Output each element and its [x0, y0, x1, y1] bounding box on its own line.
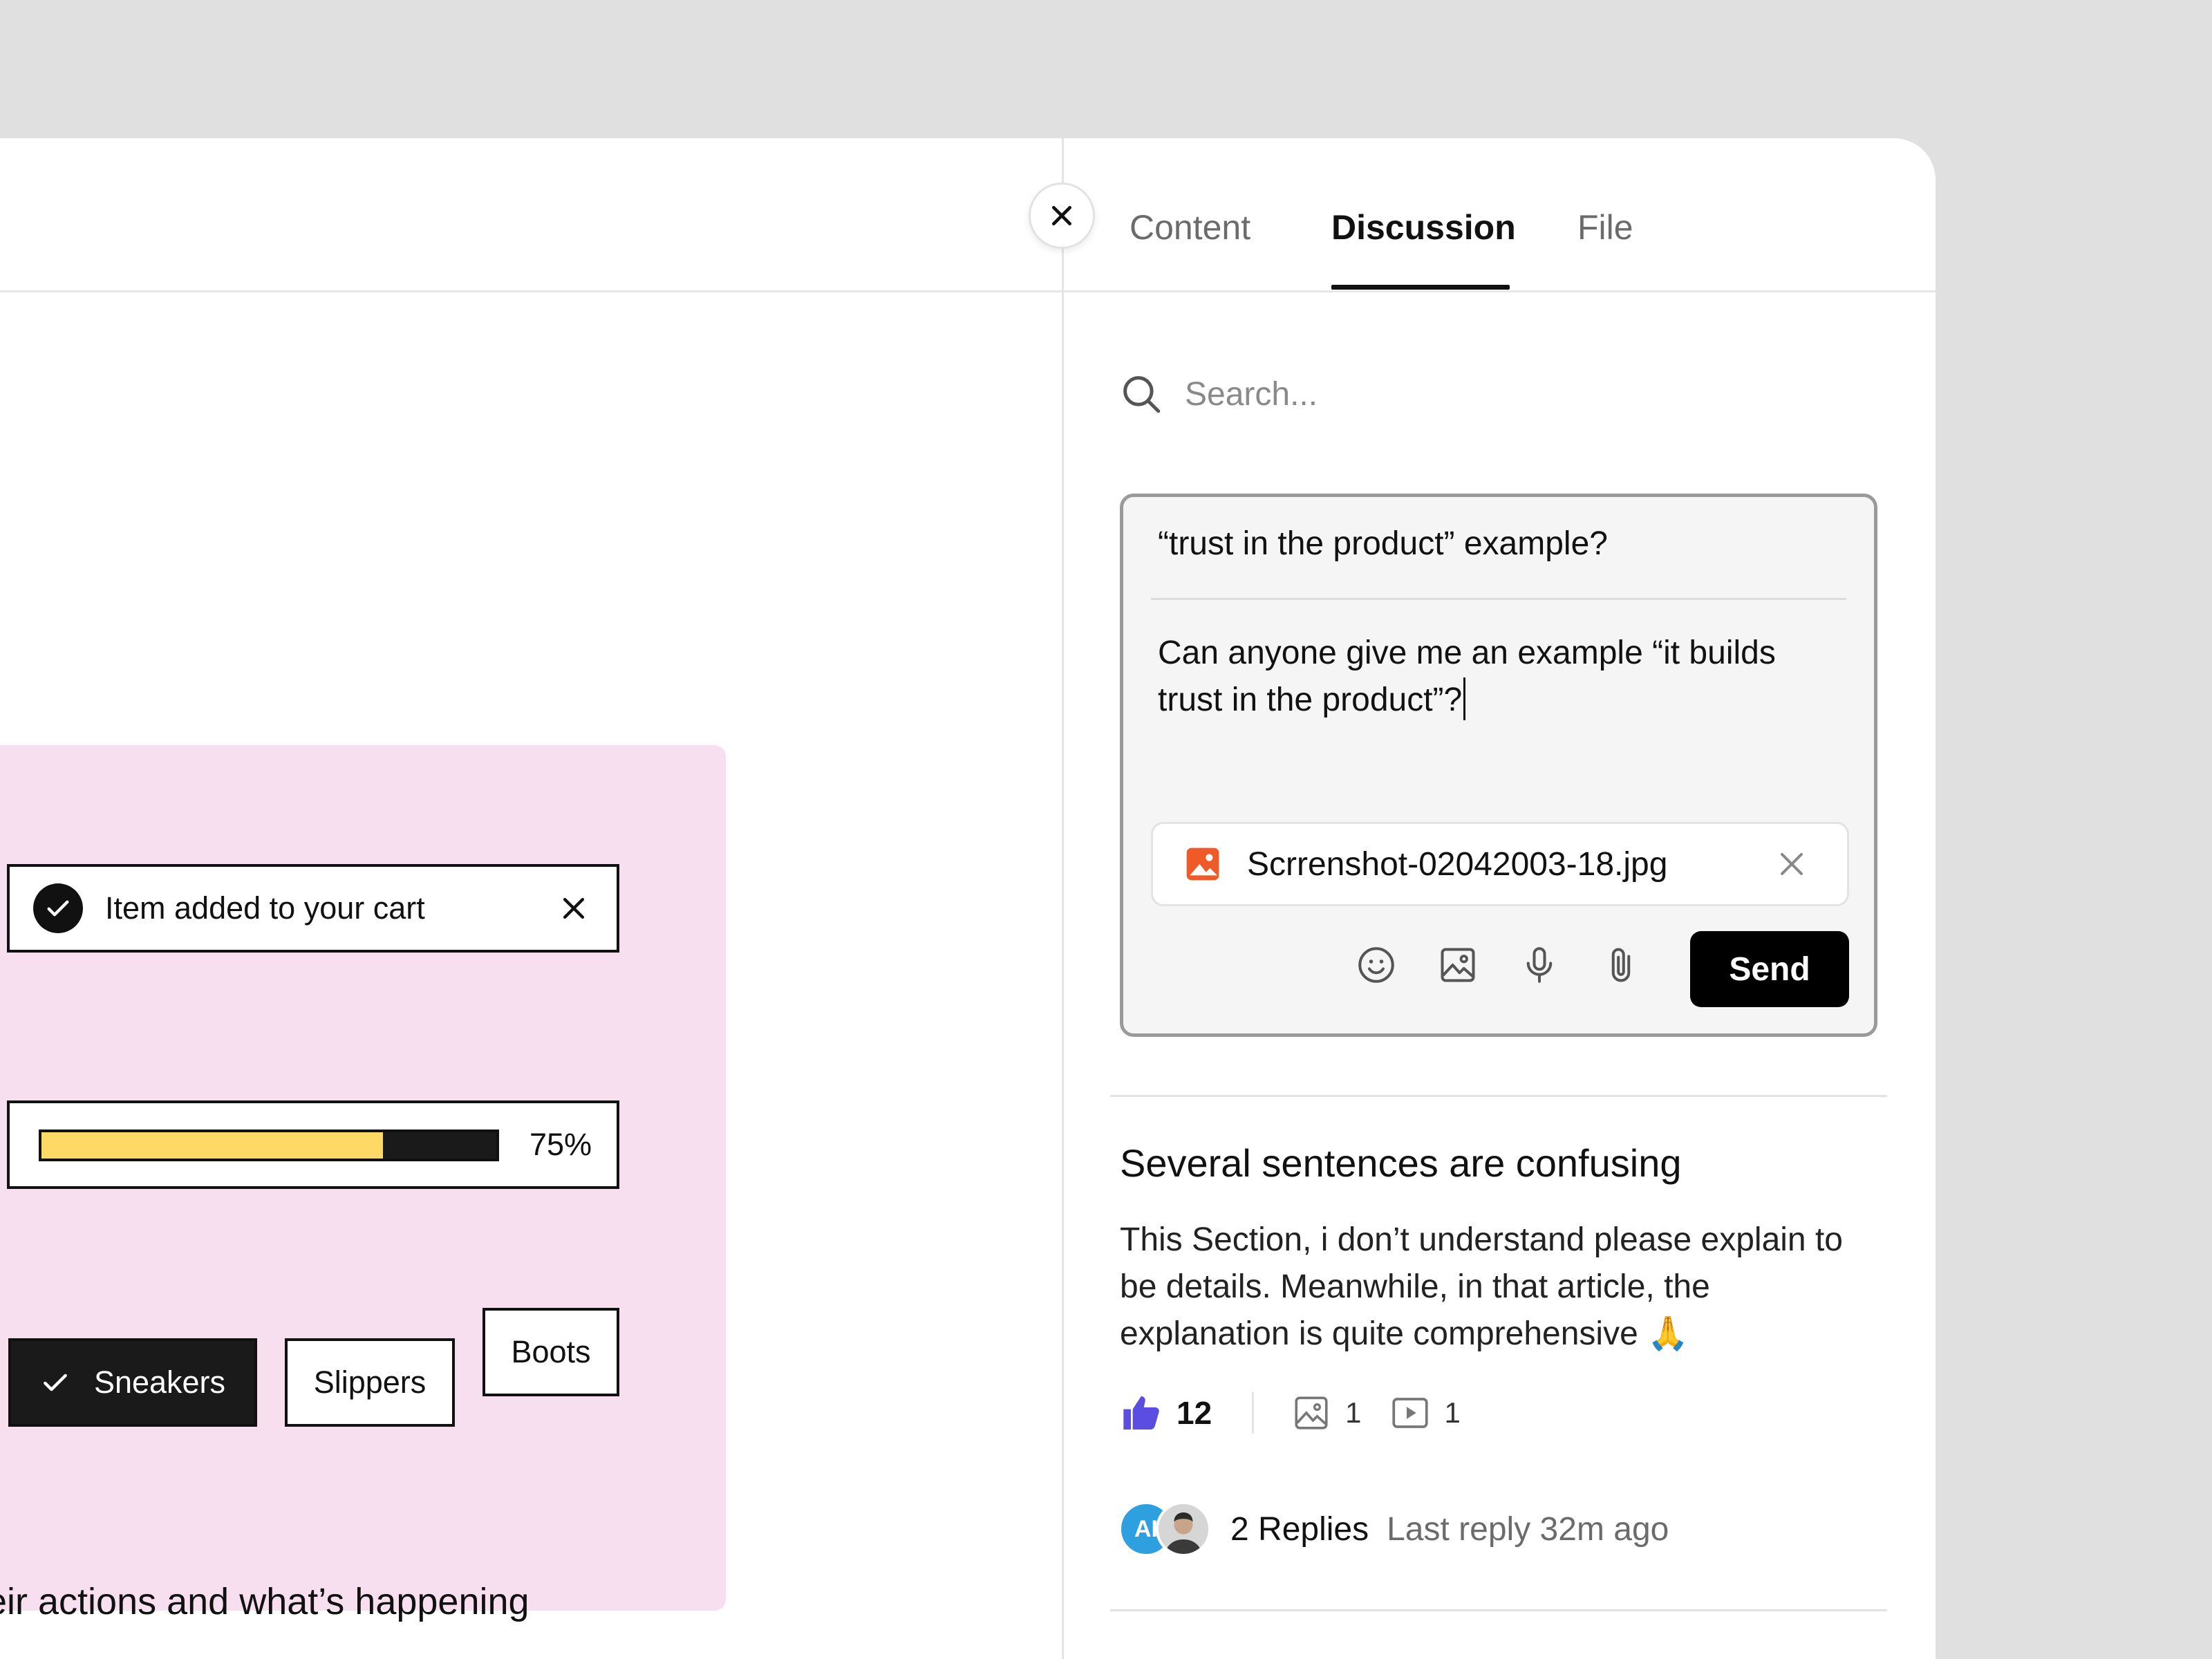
progress-label: 75% [529, 1127, 592, 1162]
search-icon [1123, 376, 1161, 413]
composer-separator [1110, 1095, 1887, 1097]
reaction-divider [1252, 1392, 1255, 1434]
send-button[interactable]: Send [1690, 931, 1849, 1007]
video-count: 1 [1444, 1396, 1461, 1429]
message-composer: “trust in the product” example? Can anyo… [1120, 494, 1877, 1037]
cart-toast: Item added to your cart [7, 864, 619, 953]
text-caret [1463, 677, 1466, 720]
like-count: 12 [1177, 1395, 1212, 1431]
tab-content[interactable]: Content [1130, 207, 1250, 247]
search-input[interactable] [1185, 375, 1807, 413]
thumbs-up-icon[interactable] [1120, 1391, 1164, 1435]
chip-boots[interactable]: Boots [482, 1308, 619, 1396]
toast-close-icon[interactable] [559, 893, 589, 927]
replies-count: 2 Replies [1230, 1510, 1369, 1548]
thread-separator [1110, 1609, 1887, 1611]
composer-toolbar [1356, 927, 1642, 1003]
chip-slippers[interactable]: Slippers [285, 1338, 455, 1427]
discussion-body: This Section, i don’t understand please … [1120, 1221, 1843, 1352]
attachment-name: Scrrenshot-02042003-18.jpg [1247, 845, 1668, 883]
paperclip-icon[interactable] [1600, 944, 1642, 986]
microphone-icon[interactable] [1519, 944, 1560, 986]
search-bar [1118, 366, 1879, 422]
remove-attachment-icon[interactable] [1775, 847, 1808, 884]
video-attachment-icon[interactable] [1389, 1392, 1431, 1434]
composer-divider [1151, 598, 1846, 600]
composer-title-field[interactable]: “trust in the product” example? [1158, 525, 1608, 563]
chip-sneakers[interactable]: Sneakers [8, 1338, 257, 1427]
header-divider [0, 290, 1936, 292]
discussion-title[interactable]: Several sentences are confusing [1120, 1141, 1682, 1185]
tab-discussion[interactable]: Discussion [1331, 207, 1516, 247]
composer-body-field[interactable]: Can anyone give me an example “it builds… [1158, 630, 1842, 724]
close-icon [1052, 206, 1071, 225]
close-panel-button[interactable] [1029, 182, 1095, 249]
body-text-fragment: eir actions and what’s happening [0, 1581, 529, 1622]
image-count: 1 [1345, 1396, 1362, 1429]
chip-label: Sneakers [93, 1365, 226, 1400]
last-reply-time: Last reply 32m ago [1387, 1510, 1669, 1548]
attachment-chip: Scrrenshot-02042003-18.jpg [1151, 822, 1849, 906]
user-photo-icon [1159, 1504, 1208, 1554]
chip-label: Boots [511, 1334, 591, 1369]
chip-label: Slippers [313, 1365, 427, 1400]
tab-file[interactable]: File [1577, 207, 1633, 247]
replies-row[interactable]: AI 2 Replies Last reply 32m ago [1118, 1500, 1669, 1558]
active-tab-indicator [1331, 285, 1510, 290]
progress-indicator: 75% [7, 1100, 619, 1189]
image-icon[interactable] [1437, 944, 1479, 986]
image-attachment-icon[interactable] [1291, 1393, 1331, 1433]
toast-message: Item added to your cart [105, 890, 425, 926]
component-preview-panel: Item added to your cart 75% Sneakers Sli… [0, 745, 726, 1611]
emoji-icon[interactable] [1356, 944, 1397, 986]
check-circle-icon [33, 883, 83, 933]
progress-fill [41, 1132, 383, 1159]
check-icon [44, 1374, 67, 1391]
avatar [1156, 1501, 1211, 1557]
reaction-bar: 12 1 1 [1120, 1385, 1461, 1441]
progress-track [39, 1130, 499, 1161]
image-file-icon [1186, 847, 1219, 881]
panel-divider [1062, 138, 1064, 1659]
